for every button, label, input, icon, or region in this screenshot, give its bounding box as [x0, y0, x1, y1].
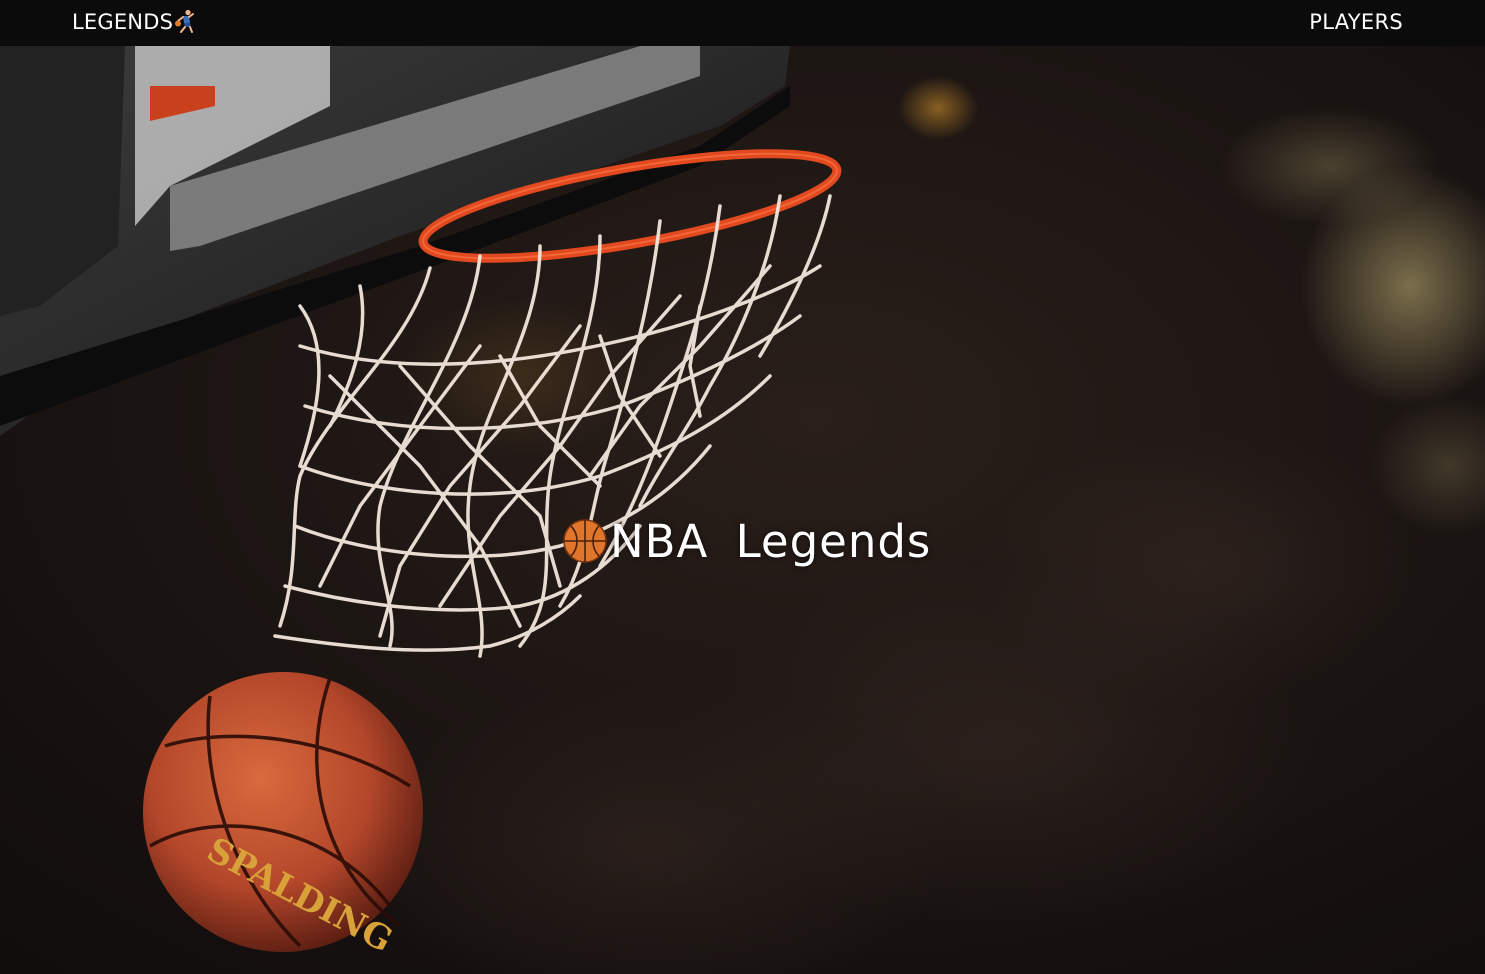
hero-title-text: NBA Legends	[610, 514, 932, 568]
hero-title: NBA Legends	[562, 514, 932, 568]
logo-link[interactable]: LEGENDS	[72, 8, 196, 36]
top-navbar: LEGENDS PLAYERS	[0, 0, 1485, 46]
logo-label: LEGENDS	[72, 10, 174, 34]
page: LEGENDS PLAYERS SPALDING NBA Legends	[0, 0, 1485, 974]
basketball-hoop-photo: SPALDING	[0, 46, 1485, 974]
nav-link-players[interactable]: PLAYERS	[1309, 8, 1403, 36]
basketball-player-icon	[175, 9, 195, 33]
basketball-icon	[563, 519, 607, 563]
hero-section: SPALDING NBA Legends	[0, 46, 1485, 974]
